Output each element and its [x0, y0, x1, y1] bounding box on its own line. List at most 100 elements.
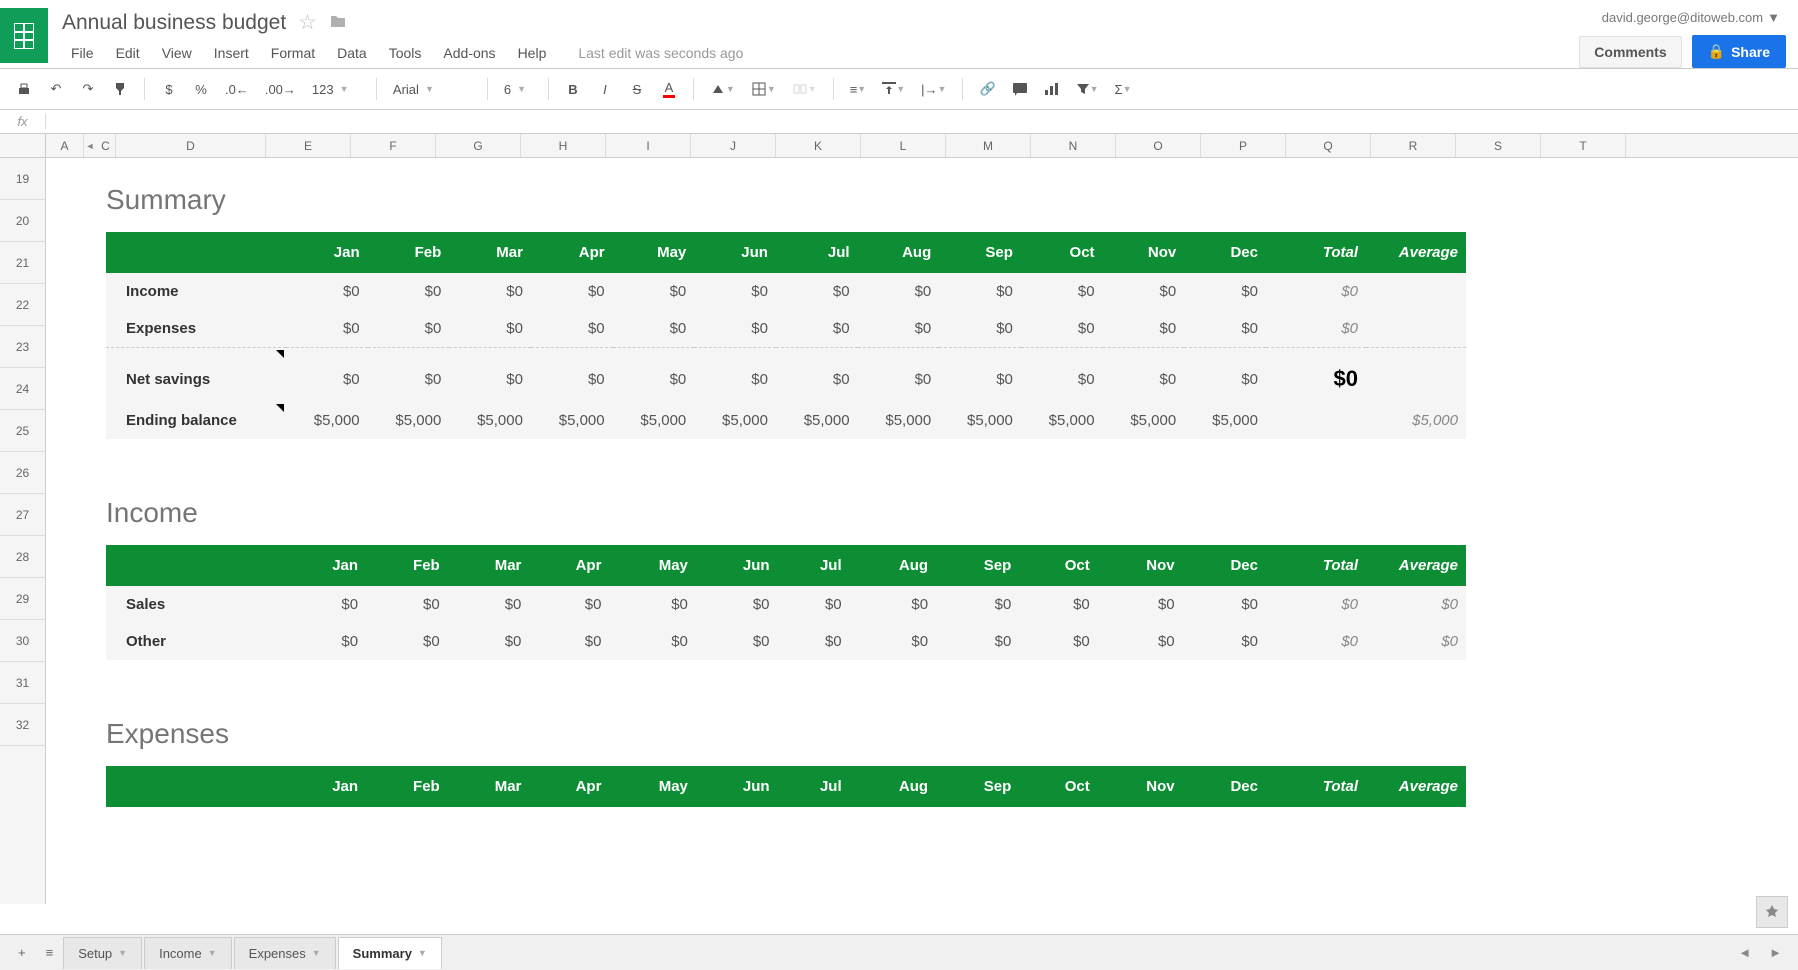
column-header-P[interactable]: P — [1201, 134, 1286, 157]
row-header-19[interactable]: 19 — [0, 158, 45, 200]
column-header-T[interactable]: T — [1541, 134, 1626, 157]
chevron-down-icon: ▼ — [418, 948, 427, 958]
data-table: JanFebMarAprMayJunJulAugSepOctNovDecTota… — [106, 545, 1466, 660]
menu-view[interactable]: View — [153, 41, 201, 65]
menubar: FileEditViewInsertFormatDataToolsAdd-ons… — [62, 41, 1579, 65]
menu-format[interactable]: Format — [262, 41, 324, 65]
row-header-27[interactable]: 27 — [0, 494, 45, 536]
select-all-corner[interactable] — [0, 134, 46, 157]
chevron-down-icon: ▼ — [1767, 10, 1780, 25]
menu-help[interactable]: Help — [509, 41, 556, 65]
number-format-select[interactable]: 123▼ — [306, 78, 366, 101]
sheet-tab-setup[interactable]: Setup▼ — [63, 937, 142, 969]
row-header-24[interactable]: 24 — [0, 368, 45, 410]
insert-chart-icon[interactable] — [1038, 75, 1066, 103]
row-header-29[interactable]: 29 — [0, 578, 45, 620]
row-header-20[interactable]: 20 — [0, 200, 45, 242]
column-header-D[interactable]: D — [116, 134, 266, 157]
column-header-H[interactable]: H — [521, 134, 606, 157]
scroll-right-icon[interactable]: ► — [1761, 941, 1790, 964]
column-header-N[interactable]: N — [1031, 134, 1116, 157]
row-header-25[interactable]: 25 — [0, 410, 45, 452]
sheets-logo[interactable] — [0, 8, 48, 63]
strikethrough-icon[interactable]: S — [623, 75, 651, 103]
sheet-tab-expenses[interactable]: Expenses▼ — [234, 937, 336, 969]
column-header-A[interactable]: A — [46, 134, 84, 157]
increase-decimal-icon[interactable]: .00→ — [259, 75, 302, 103]
decrease-decimal-icon[interactable]: .0← — [219, 75, 255, 103]
row-header-22[interactable]: 22 — [0, 284, 45, 326]
menu-insert[interactable]: Insert — [205, 41, 258, 65]
all-sheets-button[interactable]: ≡ — [36, 939, 64, 966]
row-header-26[interactable]: 26 — [0, 452, 45, 494]
share-button[interactable]: 🔒Share — [1692, 35, 1786, 68]
row-header-31[interactable]: 31 — [0, 662, 45, 704]
app-header: Annual business budget ☆ FileEditViewIns… — [0, 0, 1798, 69]
italic-icon[interactable]: I — [591, 75, 619, 103]
user-email[interactable]: david.george@ditoweb.com▼ — [1596, 8, 1786, 27]
document-title[interactable]: Annual business budget — [62, 11, 286, 35]
column-header-K[interactable]: K — [776, 134, 861, 157]
sheet-tab-income[interactable]: Income▼ — [144, 937, 232, 969]
menu-tools[interactable]: Tools — [380, 41, 431, 65]
section-title-expenses: Expenses — [106, 718, 1798, 750]
column-header-L[interactable]: L — [861, 134, 946, 157]
paint-format-icon[interactable] — [106, 75, 134, 103]
add-sheet-button[interactable]: + — [8, 939, 36, 966]
currency-icon[interactable]: $ — [155, 75, 183, 103]
bold-icon[interactable]: B — [559, 75, 587, 103]
fx-label: fx — [0, 114, 46, 129]
column-header-O[interactable]: O — [1116, 134, 1201, 157]
vertical-align-icon[interactable]: ▼ — [876, 75, 911, 103]
text-wrap-icon[interactable]: |→▼ — [915, 75, 952, 103]
scroll-left-icon[interactable]: ◄ — [1730, 941, 1759, 964]
filter-icon[interactable]: ▼ — [1070, 75, 1105, 103]
column-header-R[interactable]: R — [1371, 134, 1456, 157]
undo-icon[interactable]: ↶ — [42, 75, 70, 103]
column-header-G[interactable]: G — [436, 134, 521, 157]
font-select[interactable]: Arial▼ — [387, 78, 477, 101]
merge-cells-icon[interactable]: ▼ — [786, 75, 823, 103]
column-header-Q[interactable]: Q — [1286, 134, 1371, 157]
data-table: JanFebMarAprMayJunJulAugSepOctNovDecTota… — [106, 766, 1466, 807]
toolbar: ↶ ↷ $ % .0← .00→ 123▼ Arial▼ 6▼ B I S A … — [0, 69, 1798, 110]
row-header-30[interactable]: 30 — [0, 620, 45, 662]
cell-area[interactable]: SummaryJanFebMarAprMayJunJulAugSepOctNov… — [46, 158, 1798, 904]
functions-icon[interactable]: Σ▼ — [1109, 75, 1138, 103]
font-size-select[interactable]: 6▼ — [498, 78, 538, 101]
star-icon[interactable]: ☆ — [298, 10, 317, 35]
comments-button[interactable]: Comments — [1579, 36, 1681, 68]
folder-icon[interactable] — [329, 11, 347, 35]
column-header-S[interactable]: S — [1456, 134, 1541, 157]
column-header-M[interactable]: M — [946, 134, 1031, 157]
menu-edit[interactable]: Edit — [107, 41, 149, 65]
horizontal-align-icon[interactable]: ≡▼ — [844, 75, 873, 103]
row-header-28[interactable]: 28 — [0, 536, 45, 578]
insert-link-icon[interactable]: 🔗 — [973, 75, 1001, 103]
row-header-23[interactable]: 23 — [0, 326, 45, 368]
print-icon[interactable] — [10, 75, 38, 103]
formula-input[interactable] — [46, 112, 1798, 131]
insert-comment-icon[interactable] — [1006, 75, 1034, 103]
chevron-down-icon: ▼ — [118, 948, 127, 958]
text-color-icon[interactable]: A — [655, 75, 683, 103]
borders-icon[interactable]: ▼ — [745, 75, 782, 103]
lock-icon: 🔒 — [1708, 43, 1725, 60]
section-title-income: Income — [106, 497, 1798, 529]
column-header-J[interactable]: J — [691, 134, 776, 157]
column-header-I[interactable]: I — [606, 134, 691, 157]
percent-icon[interactable]: % — [187, 75, 215, 103]
column-header-C[interactable]: C — [96, 134, 116, 157]
menu-file[interactable]: File — [62, 41, 103, 65]
column-header-E[interactable]: E — [266, 134, 351, 157]
explore-button[interactable] — [1756, 896, 1788, 928]
redo-icon[interactable]: ↷ — [74, 75, 102, 103]
sheet-tab-summary[interactable]: Summary▼ — [338, 937, 442, 969]
row-header-32[interactable]: 32 — [0, 704, 45, 746]
menu-add-ons[interactable]: Add-ons — [434, 41, 504, 65]
fill-color-icon[interactable]: ▼ — [704, 75, 741, 103]
column-header-F[interactable]: F — [351, 134, 436, 157]
row-header-21[interactable]: 21 — [0, 242, 45, 284]
expand-columns-icon[interactable]: ◄ — [84, 134, 96, 157]
menu-data[interactable]: Data — [328, 41, 376, 65]
